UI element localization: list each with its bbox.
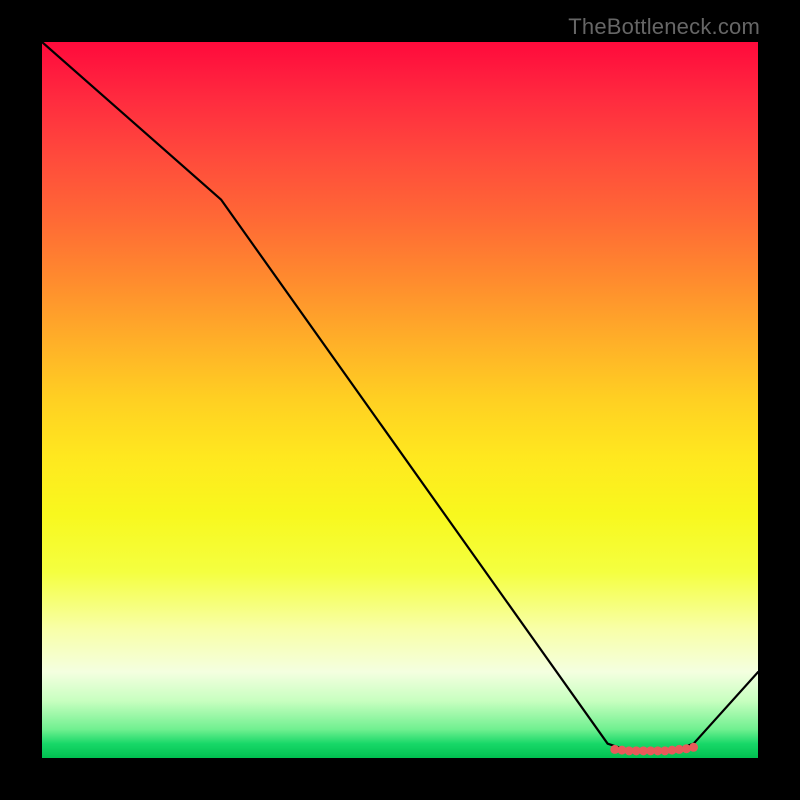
plot-area — [42, 42, 758, 758]
watermark-text: TheBottleneck.com — [568, 14, 760, 40]
chart-frame: TheBottleneck.com — [0, 0, 800, 800]
